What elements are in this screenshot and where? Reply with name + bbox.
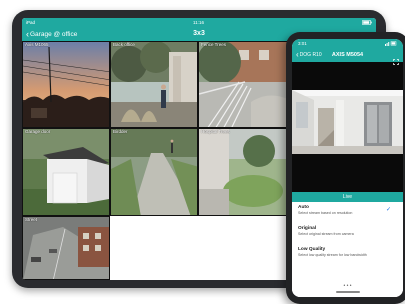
camera-feed-7 <box>23 217 109 279</box>
camera-feed-3 <box>199 42 288 127</box>
camera-label-7: Street <box>25 217 38 222</box>
back-chevron-icon: ‹ <box>26 28 29 39</box>
stream-quality-sheet: Live Auto Select stream based on resolut… <box>292 192 403 297</box>
tablet-status-carrier: iPad <box>26 20 36 25</box>
home-indicator <box>336 291 360 293</box>
checkmark-icon: ✓ <box>385 207 391 213</box>
stream-option-title: Original <box>298 226 317 231</box>
stream-option-original[interactable]: Original Select original stream from cam… <box>292 223 403 244</box>
stream-option-desc: Select original stream from camera <box>298 232 354 236</box>
phone-camera-image <box>292 90 403 154</box>
camera-tile-6[interactable]: Hospital Trees <box>198 128 289 216</box>
camera-label-5: Birdder <box>113 129 128 134</box>
camera-tile-1[interactable]: Axis M1065 <box>22 41 110 128</box>
camera-tile-4[interactable]: Garage door <box>22 128 110 216</box>
phone-device: 3:01 ‹ DOG R10 AXIS M5054 Live Auto Sele… <box>286 32 405 304</box>
stream-option-auto[interactable]: Auto Select stream based on resolution ✓ <box>292 202 403 223</box>
phone-back-label: DOG R10 <box>299 52 322 58</box>
back-chevron-icon: ‹ <box>296 50 299 59</box>
tablet-status-time: 11:16 <box>193 20 204 25</box>
phone-screen: 3:01 ‹ DOG R10 AXIS M5054 Live Auto Sele… <box>292 39 403 297</box>
camera-feed-1 <box>23 42 109 127</box>
phone-nav-bar: ‹ DOG R10 AXIS M5054 <box>292 48 403 65</box>
stream-option-title: Low Quality <box>298 247 326 252</box>
expand-icon <box>393 59 399 65</box>
phone-video-letterbox-top <box>292 62 403 90</box>
phone-camera-feed[interactable] <box>292 90 403 154</box>
camera-feed-6 <box>199 129 288 215</box>
tablet-status-bar: iPad 11:16 <box>22 18 376 27</box>
phone-status-time: 3:01 <box>298 41 307 46</box>
camera-tile-7[interactable]: Street <box>22 216 110 280</box>
tablet-back-button[interactable]: ‹ Garage @ office <box>26 28 78 39</box>
tablet-back-label: Garage @ office <box>30 30 78 38</box>
stream-option-low-quality[interactable]: Low Quality Select low quality stream fo… <box>292 244 403 265</box>
battery-icon <box>362 19 372 26</box>
wifi-icon <box>385 40 397 47</box>
camera-label-1: Axis M1065 <box>25 42 49 47</box>
stream-option-desc: Select stream based on resolution <box>298 211 353 215</box>
camera-tile-5[interactable]: Birdder <box>110 128 198 216</box>
camera-tile-3[interactable]: Fence Trees <box>198 41 289 128</box>
stream-option-desc: Select low quality stream for low bandwi… <box>298 253 367 257</box>
expand-button[interactable] <box>393 52 399 65</box>
camera-label-3: Fence Trees <box>201 42 227 47</box>
stream-option-title: Auto <box>298 205 309 210</box>
phone-status-bar: 3:01 <box>292 39 403 48</box>
camera-label-6: Hospital Trees <box>201 129 230 134</box>
camera-tile-2[interactable]: Back office <box>110 41 198 128</box>
camera-feed-2 <box>111 42 197 127</box>
phone-back-button[interactable]: ‹ DOG R10 <box>296 51 322 59</box>
page-indicator-dots: • • • <box>343 283 352 289</box>
camera-label-2: Back office <box>113 42 135 47</box>
stream-sheet-header: Live <box>292 192 403 202</box>
camera-label-4: Garage door <box>25 129 51 134</box>
phone-video-letterbox-bottom <box>292 154 403 192</box>
camera-feed-5 <box>111 129 197 215</box>
camera-feed-4 <box>23 129 109 215</box>
